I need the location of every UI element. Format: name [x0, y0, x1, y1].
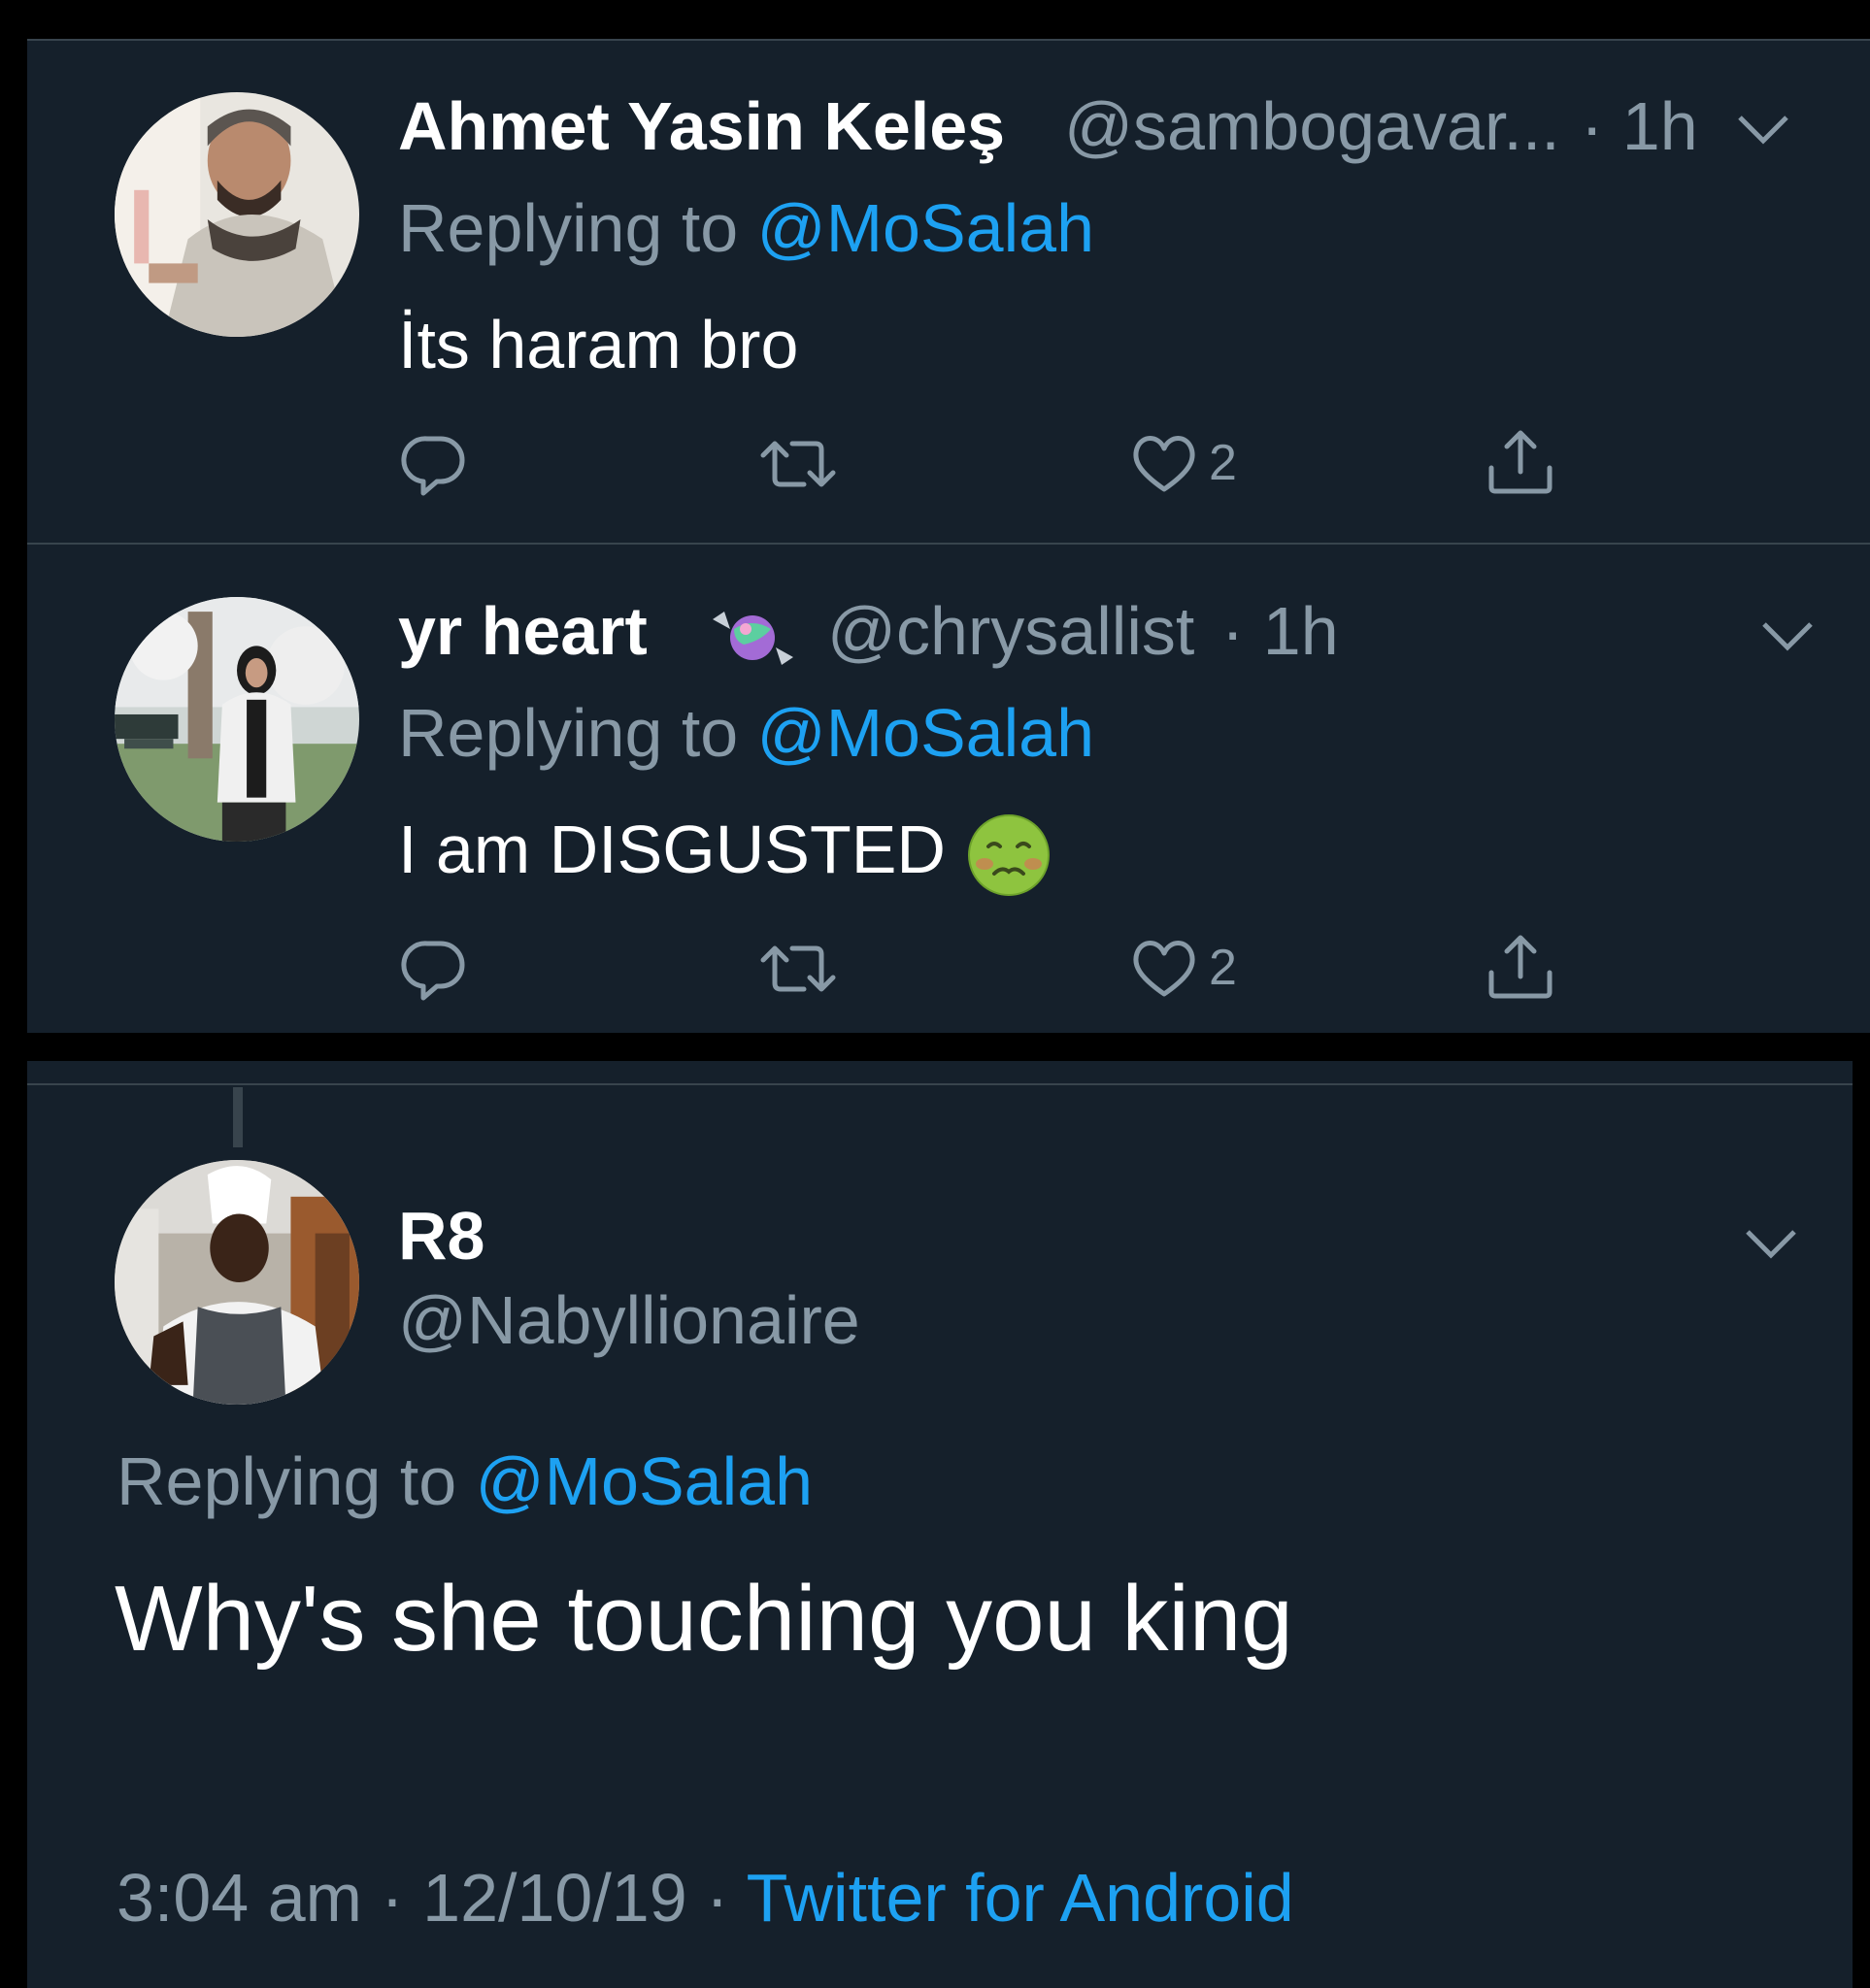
like-icon [1133, 436, 1195, 492]
mention-link[interactable]: @MoSalah [757, 695, 1094, 771]
reply-icon [401, 941, 465, 1001]
avatar[interactable] [115, 1160, 359, 1405]
tweet-text: Why's she touching you king [115, 1567, 1293, 1671]
handle[interactable]: @chrysallist [827, 592, 1194, 670]
avatar-photo [115, 92, 359, 337]
like-count: 2 [1209, 435, 1237, 491]
replying-label: Replying to [398, 695, 739, 771]
source-link[interactable]: Twitter for Android [747, 1860, 1294, 1936]
avatar[interactable] [115, 597, 359, 842]
replies-panel: Ahmet Yasin Keleş @sambogavar... · 1h Re… [27, 39, 1870, 1033]
like-icon [1133, 941, 1195, 997]
avatar-photo [115, 1160, 359, 1405]
tweet-text: İts haram bro [398, 307, 799, 382]
tweet-text: I am DISGUSTED [398, 812, 946, 887]
tweet-text-line: I am DISGUSTED [398, 811, 1051, 897]
like-button[interactable]: 2 [1129, 934, 1237, 1002]
separator: · [706, 1860, 729, 1936]
main-tweet-panel: R8 @Nabyllionaire Replying to @MoSalah W… [27, 1061, 1853, 1988]
share-icon [1488, 935, 1553, 999]
share-icon [1488, 430, 1553, 494]
retweet-button[interactable] [757, 935, 839, 1003]
replying-to: Replying to @MoSalah [398, 694, 1094, 772]
thread-line [233, 1087, 243, 1147]
reply-button[interactable] [398, 932, 470, 1004]
tweet-meta: 3:04 am · 12/10/19 · Twitter for Android [117, 1859, 1294, 1937]
reply-icon [401, 436, 465, 496]
mention-link[interactable]: @MoSalah [757, 190, 1094, 266]
share-button[interactable] [1484, 930, 1557, 1004]
candy-emoji [713, 612, 793, 665]
avatar-photo [115, 597, 359, 842]
replying-label: Replying to [117, 1443, 457, 1519]
chevron-down-icon[interactable] [1744, 1226, 1798, 1261]
timestamp[interactable]: · 1h [1581, 87, 1698, 165]
share-button[interactable] [1484, 425, 1557, 499]
nauseated-face-emoji [967, 813, 1050, 896]
avatar[interactable] [115, 92, 359, 337]
handle[interactable]: @sambogavar... [1064, 87, 1560, 165]
like-button[interactable]: 2 [1129, 429, 1237, 497]
separator: · [381, 1860, 404, 1936]
chevron-down-icon[interactable] [1760, 618, 1815, 653]
tweet-time: 3:04 am [117, 1860, 362, 1936]
display-name[interactable]: Ahmet Yasin Keleş [398, 87, 1005, 165]
reply-button[interactable] [398, 427, 470, 499]
mention-link[interactable]: @MoSalah [476, 1443, 813, 1519]
replying-label: Replying to [398, 190, 739, 266]
replying-to: Replying to @MoSalah [117, 1442, 813, 1520]
divider [27, 543, 1870, 545]
retweet-button[interactable] [757, 430, 839, 498]
display-name[interactable]: R8 [398, 1197, 484, 1275]
display-name[interactable]: yr heart [398, 592, 648, 670]
divider [27, 39, 1870, 41]
divider [27, 1083, 1853, 1085]
retweet-icon [760, 945, 836, 992]
timestamp[interactable]: · 1h [1221, 592, 1339, 670]
chevron-down-icon[interactable] [1736, 112, 1790, 147]
like-count: 2 [1209, 940, 1237, 996]
replying-to: Replying to @MoSalah [398, 189, 1094, 267]
retweet-icon [760, 441, 836, 487]
tweet-date: 12/10/19 [422, 1860, 687, 1936]
handle[interactable]: @Nabyllionaire [398, 1281, 860, 1359]
